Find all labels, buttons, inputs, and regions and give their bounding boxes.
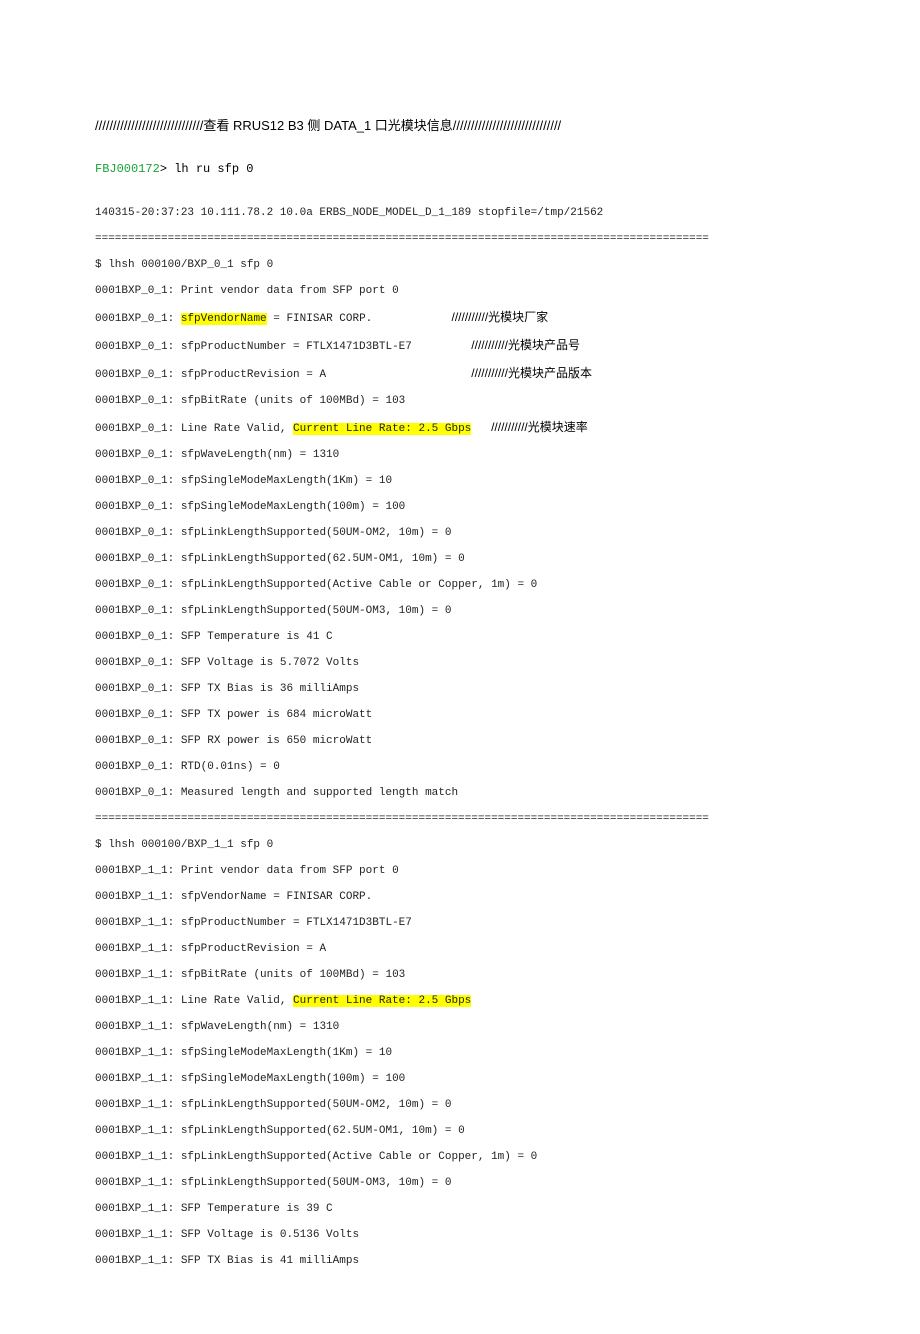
out-line: 0001BXP_0_1: sfpLinkLengthSupported(Acti… xyxy=(95,579,825,592)
out-line: 0001BXP_0_1: SFP Temperature is 41 C xyxy=(95,631,825,644)
comment-rev: ///////////光模块产品版本 xyxy=(471,366,592,380)
hostname-prompt: FBJ000172 xyxy=(95,162,160,176)
out-line: 0001BXP_0_1: SFP RX power is 650 microWa… xyxy=(95,735,825,748)
out-line: 0001BXP_0_1: Measured length and support… xyxy=(95,787,825,800)
shell-command: $ lhsh 000100/BXP_1_1 sfp 0 xyxy=(95,839,825,852)
comment-vendor: ///////////光模块厂家 xyxy=(452,310,549,324)
out-line: 0001BXP_0_1: RTD(0.01ns) = 0 xyxy=(95,761,825,774)
shell-command: $ lhsh 000100/BXP_0_1 sfp 0 xyxy=(95,259,825,272)
out-line-rate: 0001BXP_0_1: Line Rate Valid, Current Li… xyxy=(95,421,825,436)
out-line: 0001BXP_1_1: sfpLinkLengthSupported(62.5… xyxy=(95,1125,825,1138)
comment-rate: ///////////光模块速率 xyxy=(491,420,588,434)
comment-product: ///////////光模块产品号 xyxy=(471,338,580,352)
highlight-line-rate: Current Line Rate: 2.5 Gbps xyxy=(293,995,471,1007)
section-title: //////////////////////////////查看 RRUS12 … xyxy=(95,115,825,134)
out-line: 0001BXP_1_1: sfpLinkLengthSupported(50UM… xyxy=(95,1177,825,1190)
out-line: 0001BXP_1_1: sfpLinkLengthSupported(50UM… xyxy=(95,1099,825,1112)
out-line: 0001BXP_0_1: Print vendor data from SFP … xyxy=(95,285,825,298)
out-line: 0001BXP_0_1: sfpLinkLengthSupported(50UM… xyxy=(95,605,825,618)
highlight-line-rate: Current Line Rate: 2.5 Gbps xyxy=(293,423,471,435)
out-line: 0001BXP_1_1: SFP Temperature is 39 C xyxy=(95,1203,825,1216)
command-prompt-line: FBJ000172> lh ru sfp 0 xyxy=(95,162,825,176)
out-line: 0001BXP_1_1: sfpSingleModeMaxLength(1Km)… xyxy=(95,1047,825,1060)
out-line: 0001BXP_0_1: SFP Voltage is 5.7072 Volts xyxy=(95,657,825,670)
out-line: 0001BXP_0_1: SFP TX Bias is 36 milliAmps xyxy=(95,683,825,696)
out-line: 0001BXP_1_1: sfpLinkLengthSupported(Acti… xyxy=(95,1151,825,1164)
out-line: 0001BXP_1_1: sfpBitRate (units of 100MBd… xyxy=(95,969,825,982)
out-line-product: 0001BXP_0_1: sfpProductNumber = FTLX1471… xyxy=(95,339,825,354)
out-line-rev: 0001BXP_0_1: sfpProductRevision = A ////… xyxy=(95,367,825,382)
separator: ========================================… xyxy=(95,813,825,826)
out-line: 0001BXP_1_1: sfpSingleModeMaxLength(100m… xyxy=(95,1073,825,1086)
out-line: 0001BXP_1_1: SFP TX Bias is 41 milliAmps xyxy=(95,1255,825,1268)
out-line: 0001BXP_0_1: sfpSingleModeMaxLength(1Km)… xyxy=(95,475,825,488)
command-text: > lh ru sfp 0 xyxy=(160,162,254,176)
separator: ========================================… xyxy=(95,233,825,246)
out-line: 0001BXP_0_1: sfpLinkLengthSupported(62.5… xyxy=(95,553,825,566)
out-line: 0001BXP_0_1: sfpWaveLength(nm) = 1310 xyxy=(95,449,825,462)
out-line: 0001BXP_1_1: sfpWaveLength(nm) = 1310 xyxy=(95,1021,825,1034)
out-line: 0001BXP_1_1: Print vendor data from SFP … xyxy=(95,865,825,878)
out-line-vendor: 0001BXP_0_1: sfpVendorName = FINISAR COR… xyxy=(95,311,825,326)
highlight-vendor-name: sfpVendorName xyxy=(181,313,267,325)
out-line: 0001BXP_0_1: sfpBitRate (units of 100MBd… xyxy=(95,395,825,408)
out-line-rate: 0001BXP_1_1: Line Rate Valid, Current Li… xyxy=(95,995,825,1008)
out-line: 0001BXP_1_1: sfpProductNumber = FTLX1471… xyxy=(95,917,825,930)
terminal-output: 140315-20:37:23 10.111.78.2 10.0a ERBS_N… xyxy=(95,194,825,1294)
out-line: 0001BXP_0_1: sfpLinkLengthSupported(50UM… xyxy=(95,527,825,540)
out-line: 0001BXP_1_1: sfpVendorName = FINISAR COR… xyxy=(95,891,825,904)
out-line: 0001BXP_0_1: sfpSingleModeMaxLength(100m… xyxy=(95,501,825,514)
out-line: 0001BXP_1_1: SFP Voltage is 0.5136 Volts xyxy=(95,1229,825,1242)
log-header: 140315-20:37:23 10.111.78.2 10.0a ERBS_N… xyxy=(95,207,825,220)
out-line: 0001BXP_1_1: sfpProductRevision = A xyxy=(95,943,825,956)
